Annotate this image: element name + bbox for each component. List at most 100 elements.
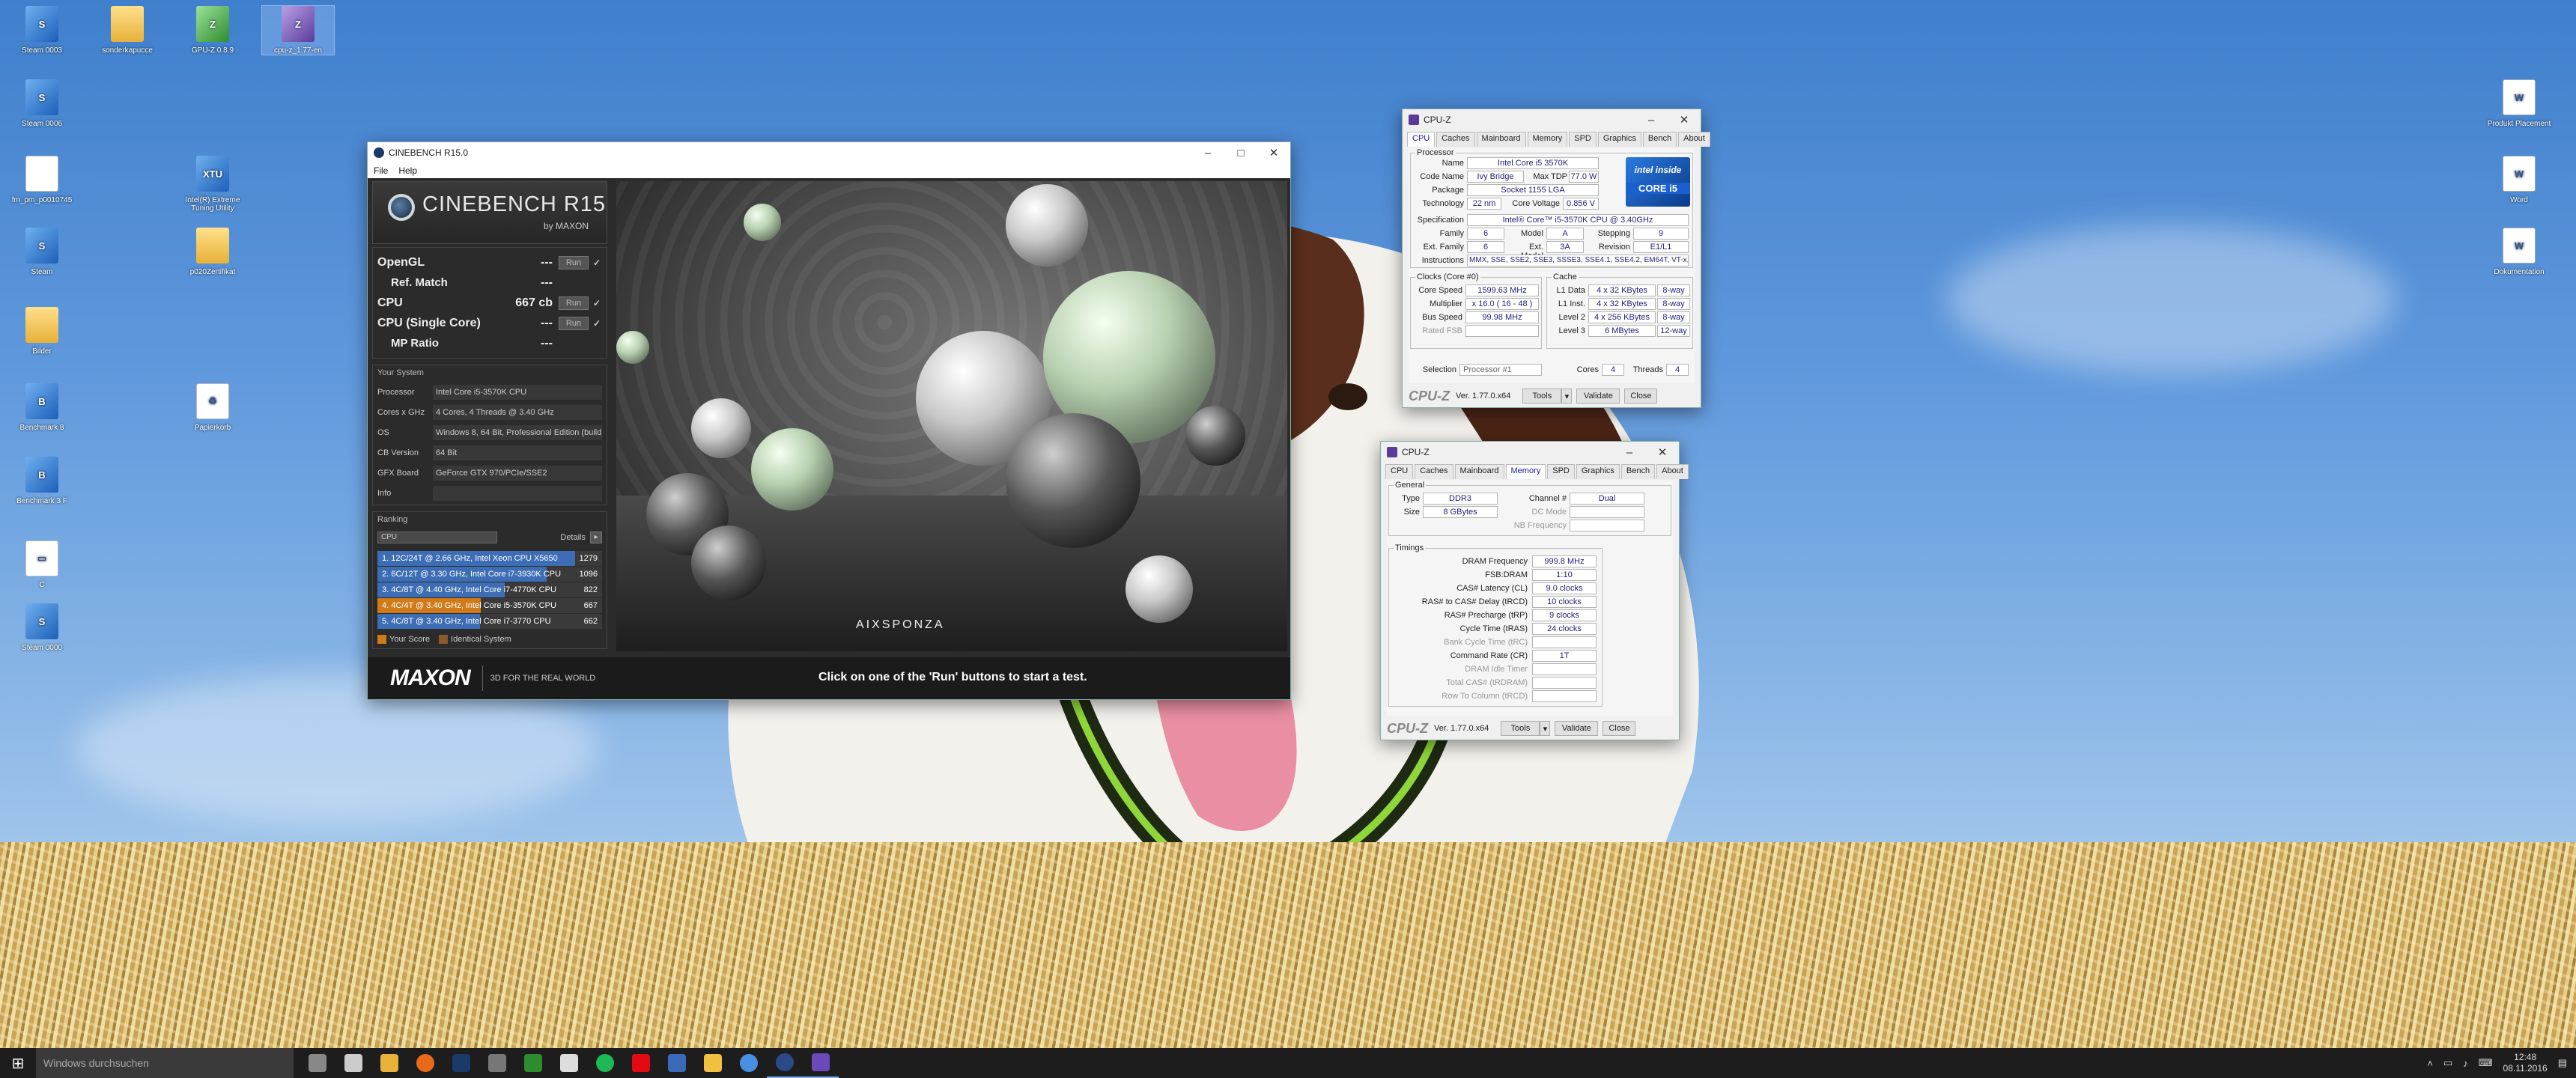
tools-dropdown-arrow[interactable]: ▾: [1540, 721, 1551, 736]
tools-dropdown-arrow[interactable]: ▾: [1561, 389, 1573, 404]
menu-file[interactable]: File: [374, 165, 388, 176]
network-icon[interactable]: ▭: [2443, 1057, 2452, 1069]
checkmark-icon[interactable]: ✓: [592, 318, 602, 329]
taskbar-spotify-button[interactable]: [587, 1048, 623, 1078]
desktop-icon[interactable]: W Dokumentation: [2483, 228, 2555, 276]
ranking-select[interactable]: CPU: [377, 532, 497, 543]
taskbar-steam-button[interactable]: [443, 1048, 479, 1078]
run-opengl-button[interactable]: Run: [559, 255, 589, 270]
validate-button[interactable]: Validate: [1555, 721, 1599, 736]
desktop-icon[interactable]: Zcpu-z_1.77-en: [261, 5, 335, 55]
keyboard-icon[interactable]: ⌨: [2479, 1057, 2493, 1069]
desktop-icon[interactable]: S Steam 0003: [6, 6, 78, 55]
taskbar-search-input[interactable]: Windows durchsuchen: [36, 1048, 294, 1078]
desktop-icon[interactable]: ▭ C: [6, 540, 78, 589]
start-button[interactable]: ⊞: [0, 1048, 36, 1078]
validate-button[interactable]: Validate: [1576, 389, 1620, 404]
ranking-row[interactable]: 2. 6C/12T @ 3.30 GHz, Intel Core i7-3930…: [377, 567, 602, 582]
tab-caches[interactable]: Caches: [1415, 464, 1453, 479]
tab-bench[interactable]: Bench: [1642, 132, 1677, 147]
menu-help[interactable]: Help: [398, 165, 417, 176]
minimize-button[interactable]: –: [1191, 142, 1224, 163]
maximize-button[interactable]: □: [1224, 142, 1257, 163]
run-cpu-single-button[interactable]: Run: [559, 316, 589, 330]
close-cpuz-button[interactable]: Close: [1603, 721, 1636, 736]
desktop-icon[interactable]: S Steam: [6, 228, 78, 276]
tab-memory[interactable]: Memory: [1527, 132, 1568, 147]
tab-spd[interactable]: SPD: [1569, 132, 1597, 147]
tab-about[interactable]: About: [1678, 132, 1710, 147]
tab-cpu[interactable]: CPU: [1385, 464, 1414, 479]
desktop-icon[interactable]: W Produkt Placement: [2483, 79, 2555, 128]
checkmark-icon[interactable]: ✓: [592, 258, 602, 268]
cinebench-footer: MAXON 3D FOR THE REAL WORLD Click on one…: [368, 657, 1290, 699]
close-button[interactable]: ✕: [1646, 442, 1679, 463]
tab-cpu[interactable]: CPU: [1407, 132, 1436, 147]
title-bar[interactable]: CPU-Z – ✕: [1403, 109, 1701, 130]
tab-spd[interactable]: SPD: [1547, 464, 1575, 479]
steam-shortcut-icon: S: [25, 228, 58, 264]
system-info-input[interactable]: [433, 485, 602, 501]
netflix-icon: [632, 1054, 650, 1072]
tab-caches[interactable]: Caches: [1436, 132, 1475, 147]
tab-graphics[interactable]: Graphics: [1597, 132, 1641, 147]
notifications-icon[interactable]: ▤: [2558, 1057, 2567, 1069]
minimize-button[interactable]: –: [1613, 442, 1646, 463]
close-button[interactable]: ✕: [1668, 109, 1701, 130]
desktop-icon[interactable]: p020Zertifikat: [177, 228, 249, 276]
taskbar-gpu-z-button[interactable]: [515, 1048, 551, 1078]
processor-selection-dropdown[interactable]: Processor #1: [1459, 364, 1542, 376]
taskbar-files-button[interactable]: [695, 1048, 731, 1078]
taskbar-cinebench-button[interactable]: [767, 1048, 803, 1078]
desktop-icon[interactable]: ♻ Papierkorb: [177, 383, 249, 432]
model-value: A: [1546, 228, 1584, 240]
volume-icon[interactable]: ♪: [2463, 1058, 2468, 1069]
title-bar[interactable]: CPU-Z – ✕: [1381, 442, 1679, 463]
clock[interactable]: 12:48 08.11.2016: [2503, 1052, 2548, 1074]
tab-bench[interactable]: Bench: [1620, 464, 1656, 479]
desktop-icon[interactable]: S Steam 0000: [6, 603, 78, 652]
tools-button[interactable]: Tools: [1501, 721, 1540, 736]
taskbar-netflix-button[interactable]: [623, 1048, 659, 1078]
desktop-icon[interactable]: fm_pm_p0010745: [6, 156, 78, 204]
desktop-icon[interactable]: sonderkapucce: [91, 6, 163, 55]
tab-mainboard[interactable]: Mainboard: [1476, 132, 1526, 147]
tab-about[interactable]: About: [1656, 464, 1689, 479]
taskbar-firefox-button[interactable]: [407, 1048, 443, 1078]
desktop-icon[interactable]: B Benchmark 3 F: [6, 457, 78, 505]
tab-mainboard[interactable]: Mainboard: [1454, 464, 1504, 479]
taskbar-task-view-button[interactable]: [300, 1048, 335, 1078]
taskbar-chat-button[interactable]: [551, 1048, 587, 1078]
tab-memory[interactable]: Memory: [1505, 464, 1546, 479]
desktop-icon[interactable]: W Word: [2483, 156, 2555, 204]
ranking-row[interactable]: 1. 12C/24T @ 2.66 GHz, Intel Xeon CPU X5…: [377, 551, 602, 566]
close-button[interactable]: ✕: [1257, 142, 1290, 163]
desktop-icon[interactable]: XTU Intel(R) Extreme Tuning Utility: [177, 156, 249, 213]
taskbar-mail-button[interactable]: [335, 1048, 371, 1078]
cpu-z-logo: CPU-Z: [1387, 720, 1428, 736]
taskbar-explorer-button[interactable]: [371, 1048, 407, 1078]
desktop-icon[interactable]: S Steam 0006: [6, 79, 78, 128]
taskbar-chrome-button[interactable]: [731, 1048, 767, 1078]
close-cpuz-button[interactable]: Close: [1624, 389, 1658, 404]
ranking-row[interactable]: 5. 4C/8T @ 3.40 GHz, Intel Core i7-3770 …: [377, 614, 602, 629]
desktop-icon[interactable]: Z GPU-Z 0.8.9: [177, 6, 249, 55]
title-bar[interactable]: CINEBENCH R15.0 – □ ✕: [368, 142, 1290, 163]
ranking-row[interactable]: 4. 4C/4T @ 3.40 GHz, Intel Core i5-3570K…: [377, 598, 602, 613]
checkmark-icon[interactable]: ✓: [592, 298, 602, 308]
ranking-row[interactable]: 3. 4C/8T @ 4.40 GHz, Intel Core i7-4770K…: [377, 582, 602, 597]
taskbar-dragon-button[interactable]: [479, 1048, 515, 1078]
desktop-icon[interactable]: Bilder: [6, 307, 78, 356]
details-button[interactable]: ▸: [590, 532, 602, 543]
taskbar-libreoffice-button[interactable]: [659, 1048, 695, 1078]
chevron-up-icon[interactable]: ˄: [2427, 1058, 2433, 1069]
tab-graphics[interactable]: Graphics: [1576, 464, 1620, 479]
steam-shortcut-icon: S: [25, 79, 58, 115]
revision-value: E1/L1: [1633, 241, 1689, 253]
run-cpu-button[interactable]: Run: [559, 296, 589, 310]
taskbar-cpu-z-button[interactable]: [803, 1048, 839, 1078]
desktop-icon[interactable]: B Benchmark 8: [6, 383, 78, 432]
minimize-button[interactable]: –: [1635, 109, 1668, 130]
tools-button[interactable]: Tools: [1522, 389, 1562, 404]
test-label: CPU: [377, 296, 403, 309]
